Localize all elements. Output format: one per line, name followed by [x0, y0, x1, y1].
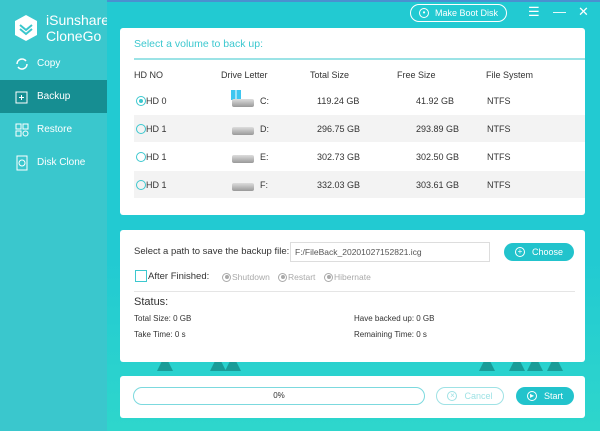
progress-bar: 0%	[133, 387, 425, 405]
logo: iSunshare CloneGo	[14, 12, 109, 44]
volume-panel: Select a volume to back up: HD NO Drive …	[120, 28, 585, 215]
drive-letter-cell: C:	[260, 96, 269, 106]
title-bar-accent	[107, 0, 600, 2]
table-row[interactable]: HD 1 F: 332.03 GB 303.61 GB NTFS	[134, 171, 585, 198]
file-system-cell: NTFS	[487, 152, 511, 162]
remaining-time: Remaining Time: 0 s	[354, 330, 427, 339]
drive-letter-cell: E:	[260, 152, 269, 162]
column-header: Drive Letter	[221, 70, 268, 80]
plus-circle-icon: +	[514, 247, 525, 257]
cancel-button[interactable]: × Cancel	[436, 387, 504, 405]
hd-no-cell: HD 1	[136, 152, 167, 162]
free-size-cell: 293.89 GB	[416, 124, 460, 134]
close-icon[interactable]: ✕	[578, 4, 589, 20]
volume-radio[interactable]	[136, 180, 146, 190]
cancel-circle-icon: ×	[447, 391, 458, 401]
volume-radio[interactable]	[136, 96, 146, 106]
drive-icon	[232, 183, 254, 191]
sidebar-item-restore[interactable]: Restore	[0, 113, 107, 146]
divider	[134, 58, 585, 60]
drive-icon	[232, 99, 254, 107]
free-size-cell: 302.50 GB	[416, 152, 460, 162]
table-row[interactable]: HD 0 C: 119.24 GB 41.92 GB NTFS	[134, 87, 585, 114]
total-size: Total Size: 0 GB	[134, 314, 192, 323]
file-system-cell: NTFS	[487, 180, 511, 190]
divider	[134, 291, 575, 292]
column-header: File System	[486, 70, 534, 80]
progress-label: 0%	[273, 391, 285, 400]
hd-no-cell: HD 1	[136, 180, 167, 190]
after-finished-checkbox[interactable]	[135, 270, 147, 282]
shutdown-radio[interactable]: Shutdown	[222, 272, 270, 282]
total-size-cell: 302.73 GB	[317, 152, 361, 162]
minimize-icon[interactable]: —	[553, 4, 566, 19]
choose-label: Choose	[531, 247, 564, 257]
free-size-cell: 41.92 GB	[416, 96, 455, 106]
brand-name: iSunshare	[46, 12, 110, 28]
cancel-label: Cancel	[464, 391, 493, 401]
product-name: CloneGo	[46, 28, 102, 44]
column-header: HD NO	[134, 70, 163, 80]
restart-radio[interactable]: Restart	[278, 272, 315, 282]
total-size-cell: 119.24 GB	[317, 96, 360, 106]
start-label: Start	[543, 391, 563, 401]
sidebar-item-backup[interactable]: Backup	[0, 80, 107, 113]
column-header: Total Size	[310, 70, 350, 80]
have-backed-up: Have backed up: 0 GB	[354, 314, 435, 323]
sidebar: iSunshare CloneGo Copy Backup Restore Dis…	[0, 0, 109, 431]
drive-icon	[232, 155, 254, 163]
table-row[interactable]: HD 1 D: 296.75 GB 293.89 GB NTFS	[134, 115, 585, 142]
volume-panel-title: Select a volume to back up:	[134, 38, 263, 50]
volume-radio[interactable]	[136, 124, 146, 134]
progress-panel: 0% × Cancel ▸ Start	[120, 376, 585, 418]
file-system-cell: NTFS	[487, 96, 511, 106]
sidebar-item-disk-clone[interactable]: Disk Clone	[0, 146, 107, 179]
free-size-cell: 303.61 GB	[416, 180, 460, 190]
path-label: Select a path to save the backup file:	[134, 246, 290, 257]
status-title: Status:	[134, 296, 169, 308]
sidebar-item-label: Backup	[37, 91, 71, 102]
total-size-cell: 332.03 GB	[317, 180, 361, 190]
drive-icon	[232, 127, 254, 135]
sync-icon	[14, 56, 30, 72]
disc-icon: •	[418, 8, 429, 18]
column-header: Free Size	[397, 70, 436, 80]
restore-icon	[14, 122, 30, 138]
backup-icon	[14, 89, 30, 105]
backup-path-input[interactable]	[290, 242, 490, 262]
drive-letter-cell: F:	[260, 180, 268, 190]
hibernate-radio[interactable]: Hibernate	[324, 272, 371, 282]
hd-no-cell: HD 1	[136, 124, 167, 134]
play-circle-icon: ▸	[526, 391, 537, 401]
sidebar-item-label: Disk Clone	[37, 157, 86, 168]
disk-clone-icon	[14, 155, 30, 171]
drive-letter-cell: D:	[260, 124, 269, 134]
menu-icon[interactable]: ☰	[528, 4, 540, 20]
table-row[interactable]: HD 1 E: 302.73 GB 302.50 GB NTFS	[134, 143, 585, 170]
hd-no-cell: HD 0	[136, 96, 167, 106]
choose-button[interactable]: + Choose	[504, 243, 574, 261]
make-boot-disk-button[interactable]: • Make Boot Disk	[410, 4, 507, 22]
volume-radio[interactable]	[136, 152, 146, 162]
make-boot-disk-label: Make Boot Disk	[434, 8, 499, 18]
total-size-cell: 296.75 GB	[317, 124, 361, 134]
logo-icon	[15, 15, 37, 41]
sidebar-item-label: Copy	[37, 58, 61, 69]
backup-options-panel: Select a path to save the backup file: +…	[120, 230, 585, 362]
sidebar-item-copy[interactable]: Copy	[0, 47, 107, 80]
after-finished-label: After Finished:	[148, 271, 210, 282]
sidebar-item-label: Restore	[37, 124, 73, 135]
start-button[interactable]: ▸ Start	[516, 387, 574, 405]
file-system-cell: NTFS	[487, 124, 511, 134]
take-time: Take Time: 0 s	[134, 330, 186, 339]
